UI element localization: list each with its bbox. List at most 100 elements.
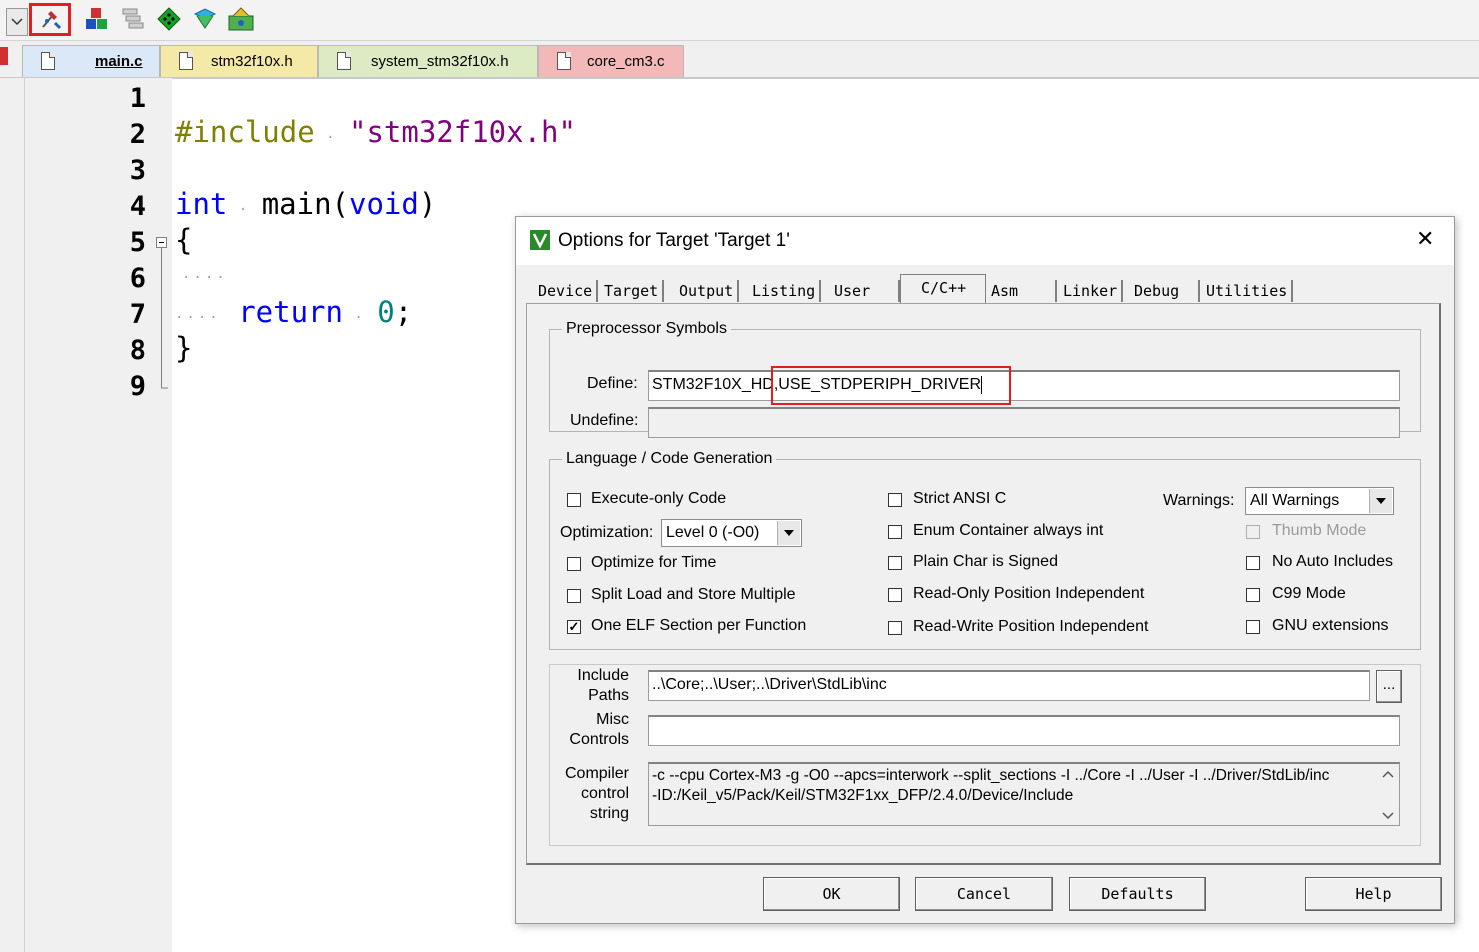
define-input[interactable]: STM32F10X_HD,USE_STDPERIPH_DRIVER: [648, 370, 1400, 401]
tab-label: system_stm32f10x.h: [371, 53, 509, 70]
optimization-select[interactable]: Level 0 (-O0): [661, 519, 802, 547]
scrollbar[interactable]: [1380, 767, 1396, 823]
warnings-value: All Warnings: [1250, 492, 1340, 509]
punctuation: ): [418, 187, 437, 221]
include-paths-label-1: Include: [577, 667, 629, 684]
line-number: 7: [129, 299, 146, 330]
define-highlight-box: [771, 366, 1011, 405]
warnings-label: Warnings:: [1163, 492, 1235, 509]
ro-position-label: Read-Only Position Independent: [913, 585, 1145, 602]
whitespace-marker: ····: [182, 270, 228, 286]
undefine-label: Undefine:: [570, 412, 639, 429]
strict-ansi-label: Strict ANSI C: [913, 490, 1007, 507]
compiler-control-line-2: -ID:/Keil_v5/Pack/Keil/STM32F1xx_DFP/2.4…: [652, 787, 1074, 804]
close-icon[interactable]: ✕: [1416, 226, 1434, 252]
include-paths-input[interactable]: ..\Core;..\User;..\Driver\StdLib\inc: [648, 670, 1370, 701]
c99-mode-checkbox[interactable]: [1246, 588, 1260, 602]
file-icon: [41, 52, 55, 70]
enum-container-label: Enum Container always int: [913, 522, 1104, 539]
tab-c-cpp[interactable]: C/C++: [900, 274, 986, 304]
compiler-control-string[interactable]: -c --cpu Cortex-M3 -g -O0 --apcs=interwo…: [648, 762, 1400, 826]
ok-button[interactable]: OK: [763, 877, 900, 911]
punctuation: ;: [394, 295, 413, 329]
tab-target[interactable]: Target: [600, 280, 665, 302]
enum-container-checkbox[interactable]: [888, 525, 902, 539]
thumb-mode-checkbox[interactable]: [1246, 525, 1260, 539]
line-number: 3: [129, 155, 146, 186]
include-paths-label-2: Paths: [588, 687, 629, 704]
define-value-part1: STM32F10X_HD: [652, 376, 774, 393]
code-line-8: }: [175, 331, 193, 365]
gnu-extensions-label: GNU extensions: [1272, 617, 1389, 634]
split-load-label: Split Load and Store Multiple: [591, 586, 796, 603]
compiler-control-label-3: string: [589, 805, 629, 822]
manage-components-icon: [86, 8, 107, 29]
tab-device[interactable]: Device: [534, 280, 599, 302]
thumb-mode-label: Thumb Mode: [1272, 522, 1367, 539]
line-number: 6: [129, 263, 146, 294]
cancel-button[interactable]: Cancel: [915, 877, 1053, 911]
split-load-checkbox[interactable]: [567, 589, 581, 603]
define-label: Define:: [587, 375, 638, 392]
rw-position-checkbox[interactable]: [888, 621, 902, 635]
tab-utilities[interactable]: Utilities: [1202, 280, 1294, 302]
file-icon: [557, 52, 571, 70]
compiler-control-label-2: control: [580, 785, 629, 802]
execute-only-checkbox[interactable]: [567, 493, 581, 507]
code-line-7: ···· return · 0;: [175, 295, 413, 329]
pack-installer-button[interactable]: [154, 4, 184, 34]
number-literal: 0: [377, 295, 395, 329]
tab-output[interactable]: Output: [675, 280, 740, 302]
select-software-packs-icon: [122, 8, 144, 29]
select-software-packs-button[interactable]: [118, 4, 148, 34]
fold-marker[interactable]: [152, 78, 172, 398]
gnu-extensions-checkbox[interactable]: [1246, 620, 1260, 634]
warnings-select[interactable]: All Warnings: [1245, 487, 1394, 515]
project-items-button[interactable]: [226, 4, 256, 34]
line-number: 9: [129, 371, 146, 402]
tab-debug[interactable]: Debug: [1130, 280, 1200, 302]
file-icon: [179, 52, 193, 70]
one-elf-checkbox[interactable]: ✓: [567, 620, 581, 634]
tab-core-cm3-c[interactable]: core_cm3.c: [538, 45, 684, 77]
manage-components-button[interactable]: [82, 4, 112, 34]
tab-user[interactable]: User: [830, 280, 900, 302]
tab-label: main.c: [95, 53, 143, 70]
defaults-button[interactable]: Defaults: [1069, 877, 1206, 911]
undefine-input[interactable]: [648, 407, 1400, 438]
ro-position-checkbox[interactable]: [888, 588, 902, 602]
line-number-gutter: 1 2 3 4 5 6 7 8 9: [25, 78, 152, 952]
tab-stm32f10x-h[interactable]: stm32f10x.h: [160, 45, 318, 77]
string-literal: "stm32f10x.h": [348, 115, 576, 149]
strict-ansi-checkbox[interactable]: [888, 493, 902, 507]
c-cpp-panel: Preprocessor Symbols Define: STM32F10X_H…: [526, 303, 1441, 865]
chevron-down-icon: [1369, 489, 1392, 513]
browse-include-button[interactable]: ...: [1376, 670, 1402, 703]
line-number: 5: [129, 227, 146, 258]
dialog-title: Options for Target 'Target 1': [558, 230, 790, 251]
help-button[interactable]: Help: [1305, 877, 1442, 911]
chevron-down-icon: [11, 18, 23, 26]
line-number: 1: [129, 83, 146, 114]
preprocessor-legend: Preprocessor Symbols: [566, 320, 727, 337]
tab-linker[interactable]: Linker: [1059, 280, 1124, 302]
toolbar-dropdown[interactable]: [6, 8, 28, 36]
compiler-control-label-1: Compiler: [564, 765, 629, 782]
plain-char-checkbox[interactable]: [888, 556, 902, 570]
optimize-time-checkbox[interactable]: [567, 557, 581, 571]
manage-run-time-environment-button[interactable]: [190, 4, 220, 34]
tab-main-c[interactable]: main.c: [22, 45, 160, 77]
tab-system-stm32f10x-h[interactable]: system_stm32f10x.h: [318, 45, 538, 77]
language-legend: Language / Code Generation: [566, 450, 773, 467]
optimize-time-label: Optimize for Time: [591, 554, 717, 571]
optimization-label: Optimization:: [560, 524, 654, 541]
dialog-title-bar[interactable]: Options for Target 'Target 1' ✕: [516, 217, 1454, 265]
preprocessor-directive: #include: [175, 115, 315, 149]
tab-asm[interactable]: Asm: [987, 280, 1057, 302]
misc-controls-label-2: Controls: [569, 731, 629, 748]
misc-controls-input[interactable]: [648, 715, 1400, 746]
no-auto-includes-checkbox[interactable]: [1246, 556, 1260, 570]
tab-listing[interactable]: Listing: [748, 280, 822, 302]
tab-label: core_cm3.c: [587, 53, 665, 70]
file-icon: [337, 52, 351, 70]
